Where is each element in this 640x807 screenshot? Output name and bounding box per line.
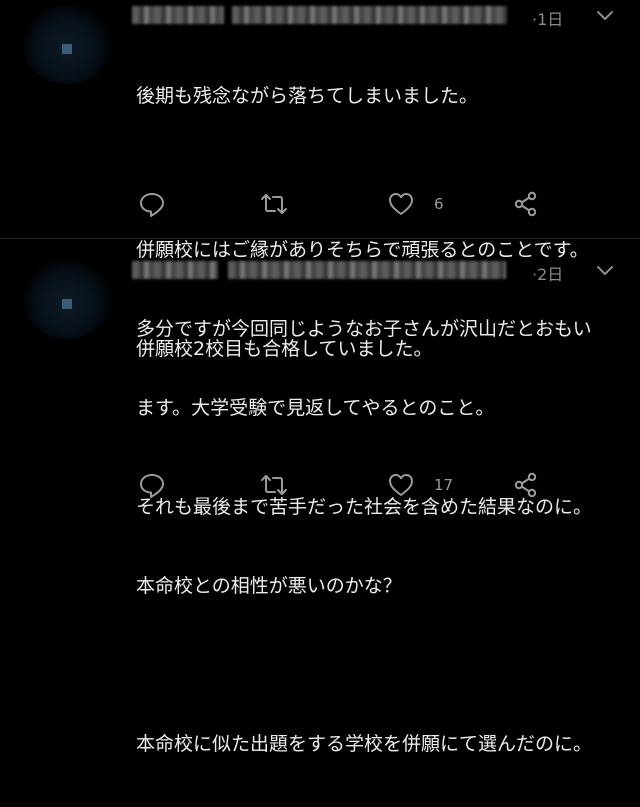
tweet-line: 併願校2校目も合格していました。 xyxy=(136,338,433,360)
display-name-blurred[interactable] xyxy=(132,6,224,24)
like-count: 6 xyxy=(434,195,444,213)
tweet-line: 後期も残念ながら落ちてしまいました。 xyxy=(136,85,479,107)
tweet-line: 本命校に似た出題をする学校を併願にて選んだのに。 xyxy=(136,733,593,755)
chevron-down-icon[interactable] xyxy=(594,259,616,281)
username-blurred[interactable] xyxy=(228,261,506,279)
tweet-header: ·2日 xyxy=(132,257,632,284)
display-name-blurred[interactable] xyxy=(132,261,218,279)
tweet-text: 併願校2校目も合格していました。 それも最後まで苦手だった社会を含めた結果なのに… xyxy=(136,287,636,807)
like-count: 17 xyxy=(434,476,454,494)
timestamp[interactable]: ·1日 xyxy=(532,6,563,30)
share-icon[interactable] xyxy=(512,471,540,499)
share-icon[interactable] xyxy=(512,190,540,218)
reply-icon[interactable] xyxy=(138,471,166,499)
heart-icon[interactable] xyxy=(387,190,415,218)
tweet-actions: 17 xyxy=(136,471,556,501)
tweet-header: ·1日 xyxy=(132,2,632,29)
avatar[interactable] xyxy=(22,4,112,84)
tweet-2[interactable]: ·2日 併願校2校目も合格していました。 それも最後まで苦手だった社会を含めた結… xyxy=(0,239,640,755)
avatar[interactable] xyxy=(22,259,112,339)
retweet-icon[interactable] xyxy=(260,471,288,499)
tweet-line: 本命校との相性が悪いのかな？ xyxy=(136,575,402,597)
timestamp[interactable]: ·2日 xyxy=(532,261,563,285)
chevron-down-icon[interactable] xyxy=(594,4,616,26)
retweet-icon[interactable] xyxy=(260,190,288,218)
username-blurred[interactable] xyxy=(232,6,507,24)
heart-icon[interactable] xyxy=(387,471,415,499)
tweet-1[interactable]: ·1日 後期も残念ながら落ちてしまいました。 併願校にはご縁がありそちらで頑張る… xyxy=(0,0,640,419)
tweet-actions: 6 xyxy=(136,190,556,220)
reply-icon[interactable] xyxy=(138,190,166,218)
